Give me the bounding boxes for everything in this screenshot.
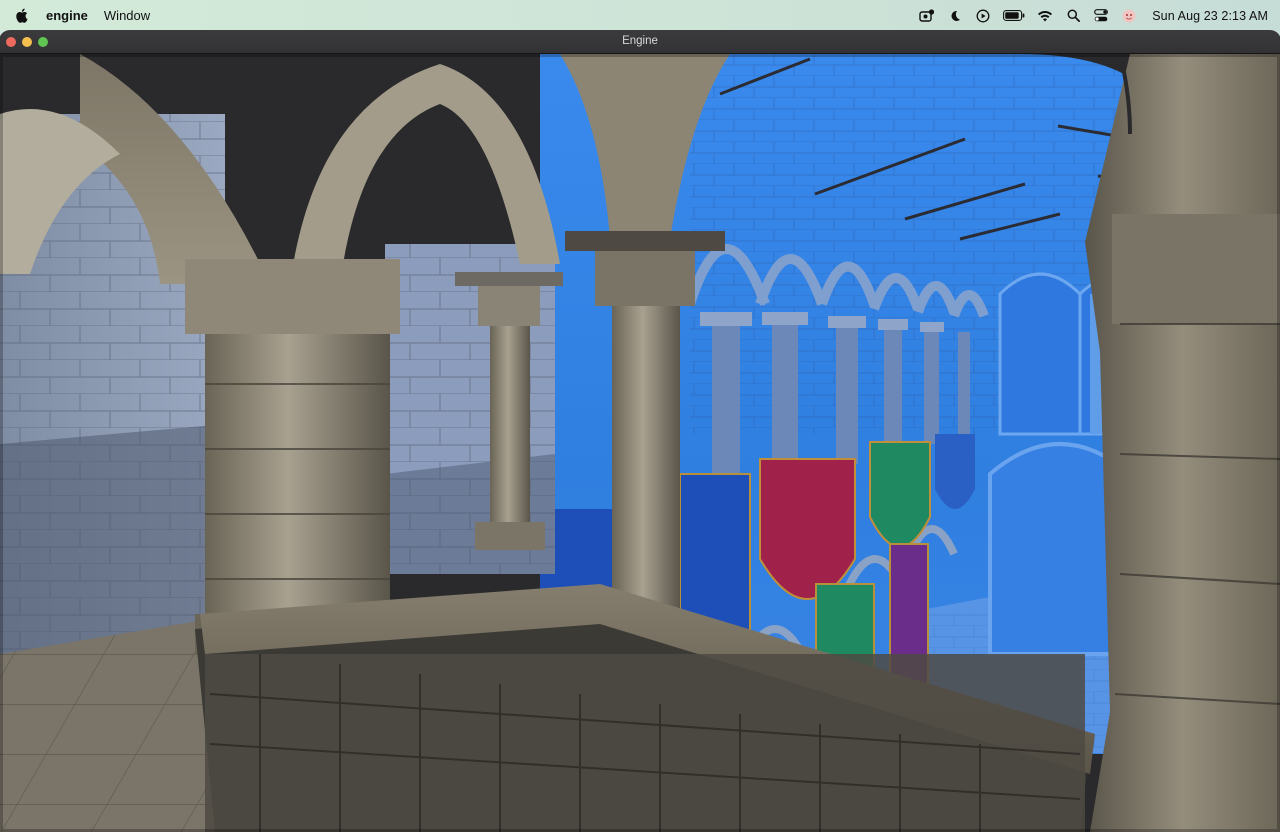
window-title: Engine — [622, 35, 658, 47]
app-menu-engine[interactable]: engine — [46, 8, 88, 23]
screen-record-icon[interactable] — [918, 7, 936, 25]
sponza-render — [0, 54, 1280, 832]
engine-window: Engine — [0, 31, 1280, 832]
left-pillar — [185, 259, 410, 654]
right-pillar — [1085, 54, 1280, 832]
window-titlebar[interactable]: Engine — [0, 31, 1280, 54]
wifi-icon[interactable] — [1036, 7, 1054, 25]
play-circle-icon[interactable] — [974, 7, 992, 25]
menu-bar-clock[interactable]: Sun Aug 23 2:13 AM — [1152, 9, 1268, 23]
control-center-icon[interactable] — [1092, 7, 1110, 25]
menu-window[interactable]: Window — [104, 8, 150, 23]
search-icon[interactable] — [1064, 7, 1082, 25]
menu-bar: engine Window Sun Aug 23 2:13 AM — [0, 0, 1280, 31]
apple-logo-icon[interactable] — [14, 8, 28, 24]
status-area: Sun Aug 23 2:13 AM — [908, 0, 1268, 31]
render-viewport[interactable] — [0, 54, 1280, 832]
battery-icon[interactable] — [1002, 7, 1026, 25]
user-avatar-icon[interactable] — [1120, 7, 1138, 25]
do-not-disturb-moon-icon[interactable] — [946, 7, 964, 25]
